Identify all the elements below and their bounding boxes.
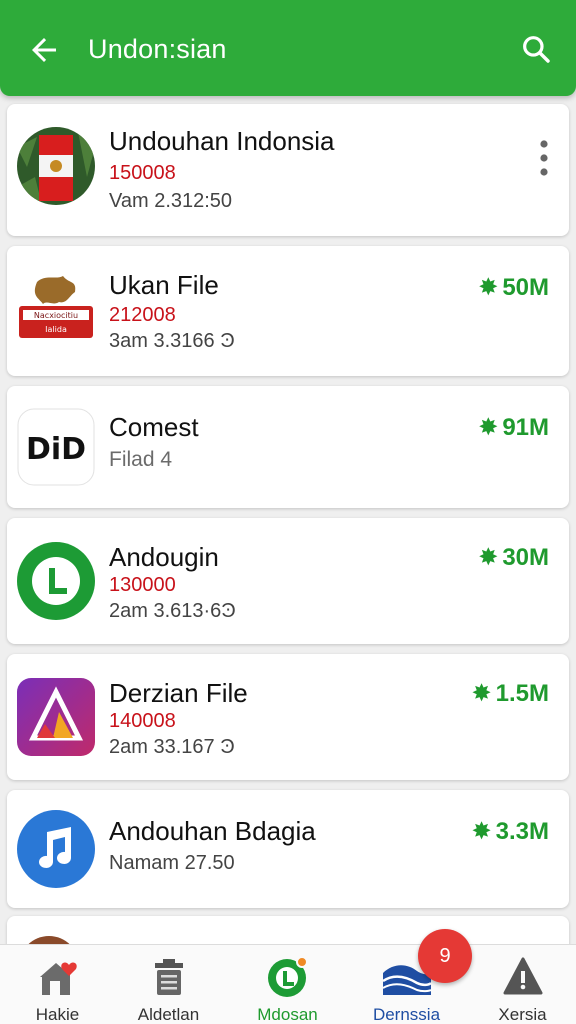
item-size: ✸ 50M [478,273,549,302]
item-meta: 3am 3.3166 Ͽ [109,330,235,352]
item-meta: Vam 2.312:50 [109,190,233,212]
list-item[interactable]: Derzian File 140008 2am 33.167 Ͽ ✸ 1.5M [7,654,569,780]
list-item[interactable]: Undouhan Indonsia 150008 Vam 2.312:50 [7,104,569,236]
nav-label: Aldetlan [137,1005,200,1024]
item-size: ✸ 3.3M [471,817,549,846]
bottom-navigation: Hakie Aldetlan Mdosan Dernssia Xersia [0,944,576,1024]
item-meta: 2am 3.613·6Ͽ [109,600,236,622]
svg-text:Ialida: Ialida [45,325,67,334]
badge-star-icon: ✸ [471,680,492,707]
search-icon[interactable] [520,33,552,65]
item-meta: 2am 33.167 Ͽ [109,736,235,758]
badge-star-icon: ✸ [478,544,499,571]
item-name: Comest [109,412,199,442]
item-name: Ukan File [109,270,219,300]
item-meta: Namam 27.50 [109,852,235,874]
nav-item-hakie[interactable]: Hakie [0,945,115,1024]
music-note-icon [17,810,95,888]
item-code: 212008 [109,304,176,326]
item-meta: Filad 4 [109,448,173,471]
emblem-text: Nacxiocitiu [34,311,78,320]
home-heart-icon [39,962,77,995]
more-vert-icon[interactable] [537,139,551,179]
nav-label: Mdosan [257,1005,318,1024]
page-title: Undon:sian [88,34,227,64]
item-code: 140008 [109,710,176,732]
item-code: 130000 [109,574,176,596]
svg-text:DiD: DiD [26,432,86,467]
item-name: Andougin [109,542,219,572]
list-item[interactable]: Andougin 130000 2am 3.613·6Ͽ ✸ 30M [7,518,569,644]
nav-item-xersia[interactable]: Xersia [465,945,576,1024]
did-logo-icon: DiD [17,408,95,486]
map-emblem-icon: Nacxiocitiu Ialida [19,276,93,338]
badge-star-icon: ✸ [471,818,492,845]
badge-star-icon: ✸ [478,414,499,441]
list-item[interactable]: Andouhan Bdagia Namam 27.50 ✸ 3.3M [7,790,569,908]
flag-icon [17,127,95,205]
nav-label: Dernssia [372,1005,441,1024]
item-size: ✸ 91M [478,413,549,442]
list-item[interactable]: Nacxiocitiu Ialida Ukan File 212008 3am … [7,246,569,376]
app-l-icon [267,956,308,997]
item-code: 150008 [109,162,176,184]
nav-item-aldetlan[interactable]: Aldetlan [111,945,226,1024]
nav-label: Hakie [35,1005,80,1024]
letter-l-icon [17,542,95,620]
item-name: Derzian File [109,678,248,708]
item-size: ✸ 1.5M [471,679,549,708]
item-name: Undouhan Indonsia [109,126,335,156]
trash-icon [154,959,183,995]
list-item[interactable]: DiD Comest Filad 4 ✸ 91M [7,386,569,508]
triangle-logo-icon [17,678,95,756]
nav-label: Xersia [498,1005,547,1024]
item-name: Andouhan Bdagia [109,816,316,846]
notification-badge: 9 [418,929,472,983]
warning-icon [503,957,542,995]
arrow-left-icon[interactable] [26,32,62,68]
app-bar: Undon:sian [0,0,576,96]
item-size: ✸ 30M [478,543,549,572]
badge-star-icon: ✸ [478,274,499,301]
nav-item-mdosan[interactable]: Mdosan [230,945,345,1024]
